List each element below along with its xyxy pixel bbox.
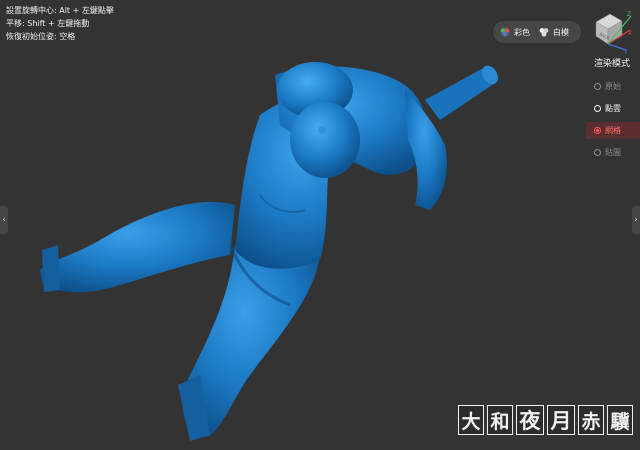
render-option-label: 點雲 — [605, 104, 621, 113]
watermark-logo: 大 和 夜 月 赤 驥 — [458, 405, 633, 435]
gizmo-axis-x: X — [628, 30, 632, 37]
render-option-point-cloud[interactable]: 點雲 — [586, 100, 640, 117]
hint-reset-pose: 恢復初始位姿: 空格 — [6, 32, 76, 41]
model-left-foot — [42, 245, 60, 292]
watermark-char: 月 — [547, 405, 575, 435]
render-option-label: 原始 — [605, 82, 621, 91]
chevron-left-icon: ‹ — [2, 215, 6, 225]
display-mode-toggle: 彩色 白模 — [493, 21, 581, 43]
orientation-cube-gizmo[interactable]: BACK Z X Y — [588, 8, 634, 56]
radio-icon — [594, 105, 601, 112]
3d-model-mesh[interactable] — [30, 45, 510, 445]
render-option-label: 貼圖 — [605, 148, 621, 157]
watermark-char: 夜 — [516, 405, 544, 435]
color-mode-label: 彩色 — [514, 27, 530, 37]
white-model-icon — [539, 28, 549, 37]
radio-selected-icon — [594, 127, 601, 134]
chevron-right-icon: › — [634, 215, 638, 225]
color-palette-icon — [500, 27, 510, 37]
render-option-texture[interactable]: 貼圖 — [586, 144, 640, 161]
control-hints: 設置旋轉中心: Alt + 左鍵點擊 平移: Shift + 左鍵拖動 恢復初始… — [6, 4, 114, 43]
3d-viewport[interactable]: 設置旋轉中心: Alt + 左鍵點擊 平移: Shift + 左鍵拖動 恢復初始… — [0, 0, 640, 450]
white-mode-button[interactable]: 白模 — [538, 26, 569, 38]
white-mode-label: 白模 — [553, 27, 569, 37]
render-mode-title: 渲染模式 — [594, 59, 631, 69]
hint-rotation-center: 設置旋轉中心: Alt + 左鍵點擊 — [6, 6, 114, 15]
color-mode-button[interactable]: 彩色 — [499, 26, 530, 38]
render-mode-panel: 渲染模式 原始 點雲 網格 貼圖 — [586, 56, 640, 166]
render-option-label: 網格 — [605, 126, 621, 135]
render-option-original[interactable]: 原始 — [586, 78, 640, 95]
radio-icon — [594, 149, 601, 156]
render-option-mesh[interactable]: 網格 — [586, 122, 640, 139]
watermark-char: 驥 — [607, 405, 633, 435]
next-arrow-button[interactable]: › — [632, 206, 640, 234]
model-left-leg — [40, 201, 235, 293]
hint-pan: 平移: Shift + 左鍵拖動 — [6, 19, 90, 28]
gizmo-axis-z: Z — [627, 11, 631, 18]
previous-arrow-button[interactable]: ‹ — [0, 206, 8, 234]
watermark-char: 赤 — [578, 405, 604, 435]
radio-icon — [594, 83, 601, 90]
watermark-char: 大 — [458, 405, 484, 435]
model-breast-lower — [290, 102, 360, 178]
gizmo-axis-y: Y — [623, 49, 628, 54]
watermark-char: 和 — [487, 405, 513, 435]
